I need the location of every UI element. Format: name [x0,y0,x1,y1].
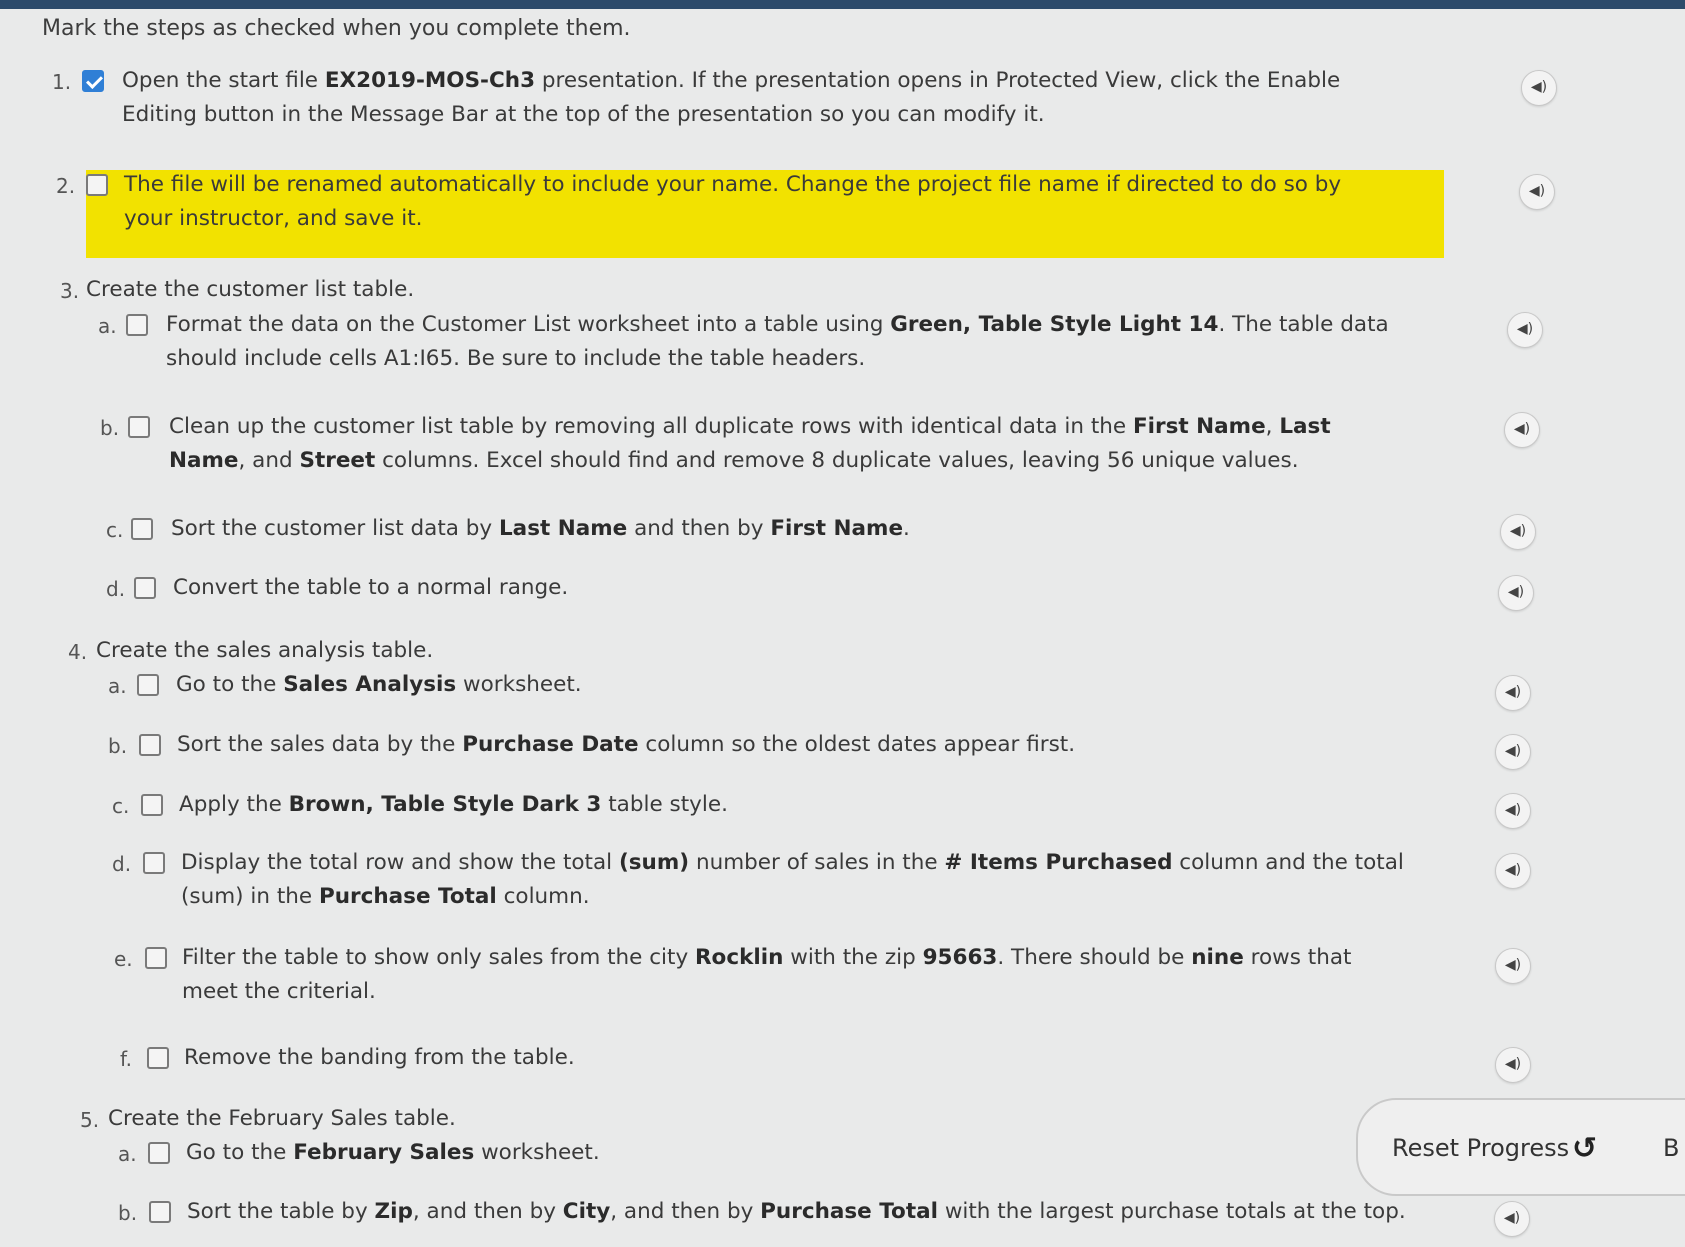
step-number: c. [106,518,124,542]
step-text: Clean up the customer list table by remo… [169,414,1331,473]
step-number: a. [108,674,127,698]
speaker-icon[interactable]: ◀) [1519,174,1555,210]
step-text: Go to the Sales Analysis worksheet. [176,672,582,697]
speaker-icon[interactable]: ◀) [1495,948,1531,984]
step-checkbox[interactable] [139,734,161,756]
step-text: Sort the customer list data by Last Name… [171,516,910,541]
speaker-icon[interactable]: ◀) [1494,1201,1530,1237]
step-number: 3. [60,279,80,303]
step-text: Create the February Sales table. [108,1106,456,1131]
step-text: Open the start file EX2019-MOS-Ch3 prese… [122,68,1341,127]
step-number: b. [118,1201,138,1225]
step-text: Display the total row and show the total… [181,850,1404,909]
step-text: The file will be renamed automatically t… [124,172,1342,231]
speaker-icon[interactable]: ◀) [1495,853,1531,889]
reset-icon[interactable]: ↺ [1572,1131,1597,1166]
speaker-icon[interactable]: ◀) [1495,793,1531,829]
step-checkbox[interactable] [82,70,104,92]
speaker-icon[interactable]: ◀) [1500,514,1536,550]
step-checkbox[interactable] [128,416,150,438]
step-number: c. [112,794,130,818]
next-button-partial[interactable]: B [1663,1134,1679,1162]
step-text: Convert the table to a normal range. [173,575,569,600]
speaker-icon[interactable]: ◀) [1521,70,1557,106]
step-text: Sort the sales data by the Purchase Date… [177,732,1076,757]
step-checkbox[interactable] [141,794,163,816]
step-text: Filter the table to show only sales from… [182,945,1352,1004]
step-number: b. [108,734,128,758]
speaker-icon[interactable]: ◀) [1504,412,1540,448]
step-checkbox[interactable] [149,1201,171,1223]
step-number: d. [112,852,132,876]
step-text: Create the sales analysis table. [96,638,434,663]
step-checkbox[interactable] [131,518,153,540]
step-checkbox[interactable] [145,947,167,969]
step-checkbox[interactable] [137,674,159,696]
step-checkbox[interactable] [147,1047,169,1069]
step-text: Format the data on the Customer List wor… [166,312,1389,371]
step-number: a. [98,314,117,338]
speaker-icon[interactable]: ◀) [1495,1047,1531,1083]
step-text: Apply the Brown, Table Style Dark 3 tabl… [179,792,728,817]
top-bar [0,0,1685,9]
step-text: Sort the table by Zip, and then by City,… [187,1199,1406,1224]
step-number: 5. [80,1108,100,1132]
step-number: a. [118,1142,137,1166]
step-checkbox[interactable] [143,852,165,874]
reset-progress-button[interactable]: Reset Progress [1392,1134,1569,1162]
step-number: f. [120,1047,132,1071]
speaker-icon[interactable]: ◀) [1495,734,1531,770]
speaker-icon[interactable]: ◀) [1507,312,1543,348]
step-number: 1. [52,70,72,94]
speaker-icon[interactable]: ◀) [1495,675,1531,711]
instructions-heading: Mark the steps as checked when you compl… [42,16,631,41]
step-number: 4. [68,640,88,664]
step-checkbox[interactable] [134,577,156,599]
step-checkbox[interactable] [126,314,148,336]
step-checkbox[interactable] [148,1142,170,1164]
step-number: e. [114,947,133,971]
step-number: b. [100,416,120,440]
step-number: d. [106,577,126,601]
step-text: Create the customer list table. [86,277,415,302]
step-number: 2. [56,174,76,198]
speaker-icon[interactable]: ◀) [1498,575,1534,611]
step-text: Remove the banding from the table. [184,1045,575,1070]
step-checkbox[interactable] [86,174,108,196]
step-text: Go to the February Sales worksheet. [186,1140,600,1165]
